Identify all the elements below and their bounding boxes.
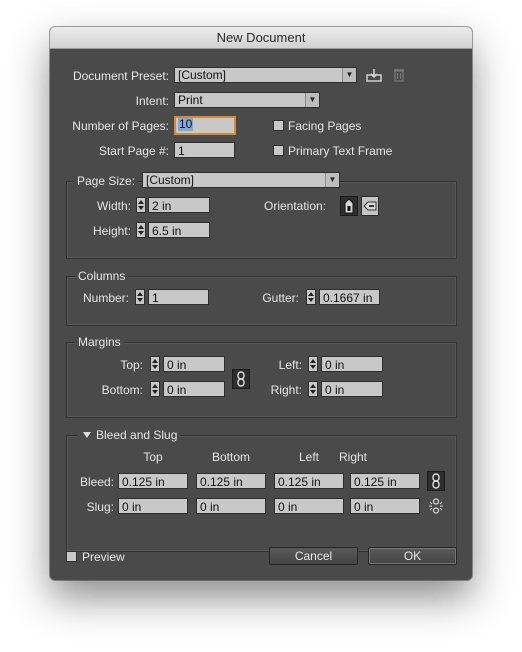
margin-top-stepper[interactable] — [150, 356, 160, 372]
gutter-stepper[interactable] — [306, 289, 316, 305]
bleed-col-bottom: Bottom — [211, 450, 250, 464]
orientation-label: Orientation: — [264, 199, 327, 213]
page-size-dropdown[interactable]: [Custom] ▼ — [142, 172, 340, 188]
chain-link-icon — [237, 371, 245, 387]
preview-label: Preview — [82, 550, 125, 564]
intent-label: Intent: — [135, 94, 169, 108]
margin-right-input[interactable]: 0 in — [321, 381, 383, 397]
margin-right-label: Right: — [270, 383, 302, 397]
chevron-down-icon: ▼ — [305, 93, 319, 107]
facing-pages-checkbox[interactable] — [273, 120, 284, 131]
margin-bottom-label: Bottom: — [101, 383, 143, 397]
number-of-pages-input[interactable]: 10 — [174, 116, 236, 135]
width-label: Width: — [96, 199, 131, 213]
bleed-bottom-input[interactable]: 0.125 in — [196, 473, 266, 489]
columns-number-stepper[interactable] — [135, 289, 145, 305]
bleed-link-button[interactable] — [427, 471, 445, 491]
bleed-left-input[interactable]: 0.125 in — [274, 473, 344, 489]
portrait-icon — [344, 198, 354, 214]
disclosure-triangle-icon[interactable] — [83, 432, 91, 438]
intent-dropdown[interactable]: Print ▼ — [174, 92, 320, 108]
page-size-label: Page Size: — [74, 174, 139, 188]
cancel-button[interactable]: Cancel — [269, 547, 358, 565]
chain-link-icon — [432, 473, 440, 489]
margin-bottom-stepper[interactable] — [150, 381, 160, 397]
number-of-pages-label: Number of Pages: — [72, 119, 169, 133]
margin-top-input[interactable]: 0 in — [163, 356, 225, 372]
document-preset-value: [Custom] — [178, 68, 227, 82]
page-size-group — [66, 181, 457, 259]
margins-link-button[interactable] — [232, 369, 250, 389]
number-of-pages-value: 10 — [178, 117, 194, 131]
margins-group — [66, 342, 457, 418]
landscape-icon — [363, 201, 377, 211]
margin-left-stepper[interactable] — [308, 356, 318, 372]
start-page-label: Start Page #: — [98, 144, 169, 158]
columns-number-label: Number: — [82, 291, 129, 305]
page-size-value: [Custom] — [146, 173, 195, 187]
document-preset-label: Document Preset: — [72, 69, 169, 83]
width-input[interactable]: 2 in — [148, 197, 210, 213]
gutter-label: Gutter: — [262, 291, 299, 305]
height-label: Height: — [92, 224, 131, 238]
slug-top-input[interactable]: 0 in — [118, 498, 188, 514]
window-title: New Document — [50, 27, 472, 49]
primary-text-frame-checkbox[interactable] — [273, 145, 284, 156]
start-page-input[interactable]: 1 — [174, 142, 235, 158]
document-preset-dropdown[interactable]: [Custom] ▼ — [174, 67, 357, 83]
save-preset-icon[interactable] — [366, 68, 382, 82]
chevron-down-icon: ▼ — [342, 68, 356, 82]
margin-left-input[interactable]: 0 in — [321, 356, 383, 372]
width-stepper[interactable] — [136, 197, 146, 213]
margin-left-label: Left: — [278, 358, 302, 372]
margins-title: Margins — [75, 335, 124, 349]
bleed-top-input[interactable]: 0.125 in — [118, 473, 188, 489]
height-input[interactable]: 6.5 in — [148, 222, 210, 238]
slug-bottom-input[interactable]: 0 in — [196, 498, 266, 514]
bleed-col-top: Top — [143, 450, 163, 464]
margin-top-label: Top: — [120, 358, 143, 372]
gutter-input[interactable]: 0.1667 in — [319, 289, 380, 305]
slug-unlink-icon[interactable] — [428, 498, 444, 514]
bleed-slug-title: Bleed and Slug — [78, 428, 181, 442]
slug-label: Slug: — [86, 500, 114, 514]
preview-checkbox[interactable] — [66, 551, 77, 562]
height-stepper[interactable] — [136, 222, 146, 238]
delete-preset-icon[interactable] — [393, 68, 405, 82]
margin-bottom-input[interactable]: 0 in — [163, 381, 225, 397]
primary-text-frame-label: Primary Text Frame — [288, 144, 393, 158]
chevron-down-icon: ▼ — [325, 173, 339, 187]
portrait-orientation-button[interactable] — [340, 196, 358, 216]
slug-right-input[interactable]: 0 in — [350, 498, 420, 514]
intent-value: Print — [178, 93, 203, 107]
bleed-label: Bleed: — [79, 475, 114, 489]
bleed-col-right: Right — [338, 450, 367, 464]
ok-button[interactable]: OK — [368, 547, 457, 565]
facing-pages-label: Facing Pages — [288, 119, 362, 133]
columns-number-input[interactable]: 1 — [148, 289, 209, 305]
slug-left-input[interactable]: 0 in — [274, 498, 344, 514]
margin-right-stepper[interactable] — [308, 381, 318, 397]
landscape-orientation-button[interactable] — [361, 196, 379, 216]
bleed-right-input[interactable]: 0.125 in — [350, 473, 420, 489]
columns-title: Columns — [75, 269, 129, 283]
new-document-dialog: New Document Document Preset: [Custom] ▼… — [50, 27, 472, 580]
